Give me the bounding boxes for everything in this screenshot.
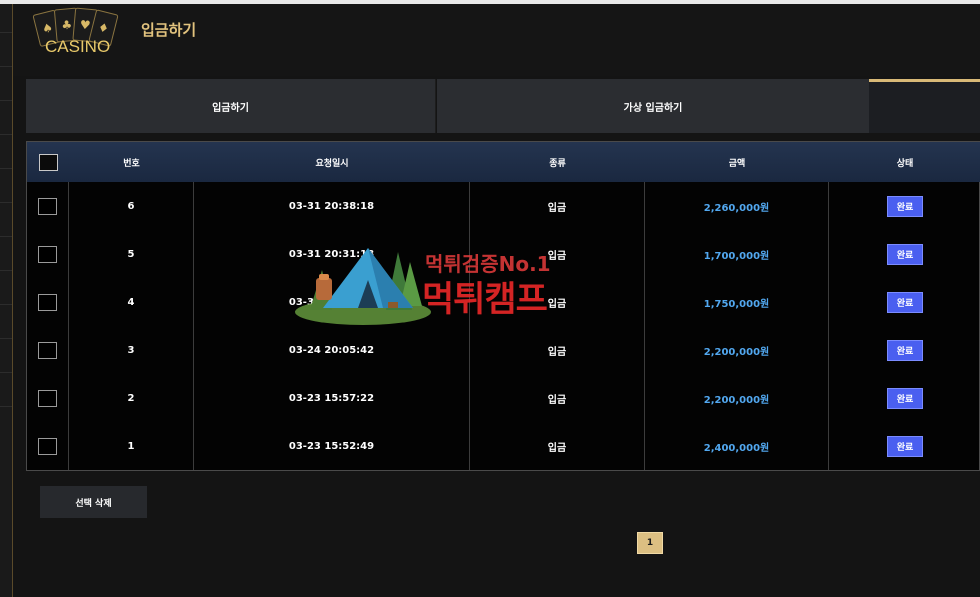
row-status-cell: 완료	[829, 278, 980, 326]
row-number: 4	[69, 278, 194, 326]
tab-active-indicator[interactable]	[869, 79, 980, 133]
left-sidebar-edge	[0, 4, 13, 597]
row-datetime: 03-31 20:38:18	[194, 182, 470, 230]
table-header: 번호 요청일시 종류 금액 상태	[27, 142, 980, 182]
row-status-cell: 완료	[829, 230, 980, 278]
row-amount: 2,400,000원	[645, 422, 829, 470]
svg-text:♥: ♥	[79, 18, 91, 33]
column-header-datetime[interactable]: 요청일시	[194, 142, 470, 182]
header: ♠ ♣ ♥ ♦ CASINO 입금하기	[13, 4, 980, 76]
row-select-cell	[27, 230, 69, 278]
row-type: 입금	[470, 182, 645, 230]
watermark-line2: 먹튀캠프	[422, 280, 548, 320]
status-badge: 완료	[886, 195, 924, 217]
row-datetime: 03-23 15:57:22	[194, 374, 470, 422]
status-badge: 완료	[886, 387, 924, 409]
svg-text:♣: ♣	[61, 18, 73, 33]
logo-text: CASINO	[45, 37, 111, 56]
row-type: 입금	[470, 326, 645, 374]
delete-selected-button[interactable]: 선택 삭제	[40, 486, 147, 518]
row-checkbox[interactable]	[38, 245, 57, 263]
row-status-cell: 완료	[829, 374, 980, 422]
row-checkbox[interactable]	[38, 293, 57, 311]
status-badge: 완료	[886, 435, 924, 457]
row-number: 5	[69, 230, 194, 278]
row-status-cell: 완료	[829, 326, 980, 374]
row-status-cell: 완료	[829, 182, 980, 230]
table-row[interactable]: 6 03-31 20:38:18 입금 2,260,000원 완료	[27, 182, 980, 230]
column-header-status[interactable]: 상태	[829, 142, 980, 182]
row-amount: 2,200,000원	[645, 374, 829, 422]
row-amount: 2,200,000원	[645, 326, 829, 374]
table-row[interactable]: 3 03-24 20:05:42 입금 2,200,000원 완료	[27, 326, 980, 374]
row-amount: 1,750,000원	[645, 278, 829, 326]
row-number: 2	[69, 374, 194, 422]
column-header-amount[interactable]: 금액	[645, 142, 829, 182]
row-select-cell	[27, 182, 69, 230]
select-all-checkbox[interactable]	[38, 153, 58, 171]
tab-deposit[interactable]: 입금하기	[26, 79, 436, 133]
row-type: 입금	[470, 422, 645, 470]
row-number: 1	[69, 422, 194, 470]
row-select-cell	[27, 278, 69, 326]
status-badge: 완료	[886, 339, 924, 361]
row-select-cell	[27, 374, 69, 422]
row-number: 3	[69, 326, 194, 374]
pagination-page-button[interactable]: 1	[637, 532, 663, 554]
table-row[interactable]: 1 03-23 15:52:49 입금 2,400,000원 완료	[27, 422, 980, 470]
select-all-cell	[27, 142, 69, 182]
row-select-cell	[27, 422, 69, 470]
row-amount: 1,700,000원	[645, 230, 829, 278]
row-status-cell: 완료	[829, 422, 980, 470]
column-header-number[interactable]: 번호	[69, 142, 194, 182]
status-badge: 완료	[886, 291, 924, 313]
row-checkbox[interactable]	[38, 389, 57, 407]
row-checkbox[interactable]	[38, 197, 57, 215]
row-type: 입금	[470, 374, 645, 422]
row-amount: 2,260,000원	[645, 182, 829, 230]
row-checkbox[interactable]	[38, 437, 57, 455]
status-badge: 완료	[886, 243, 924, 265]
casino-logo[interactable]: ♠ ♣ ♥ ♦ CASINO	[27, 6, 123, 56]
row-datetime: 03-24 20:05:42	[194, 326, 470, 374]
row-datetime: 03-23 15:52:49	[194, 422, 470, 470]
tab-bar: 입금하기 가상 입금하기	[26, 79, 980, 133]
tab-virtual-deposit[interactable]: 가상 입금하기	[437, 79, 869, 133]
row-checkbox[interactable]	[38, 341, 57, 359]
page-title: 입금하기	[141, 21, 197, 39]
row-select-cell	[27, 326, 69, 374]
column-header-type[interactable]: 종류	[470, 142, 645, 182]
row-number: 6	[69, 182, 194, 230]
table-row[interactable]: 2 03-23 15:57:22 입금 2,200,000원 완료	[27, 374, 980, 422]
